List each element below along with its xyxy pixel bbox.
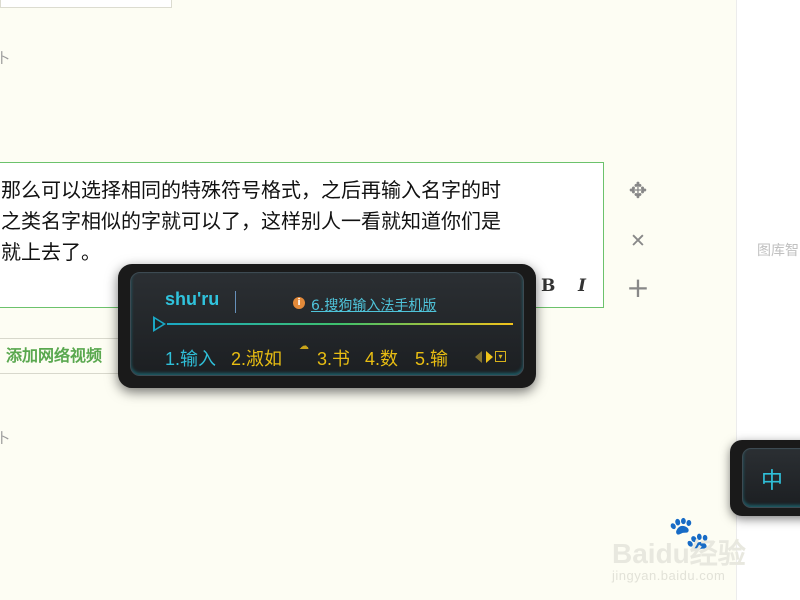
bold-button[interactable]: B bbox=[541, 276, 555, 296]
ime-mode-toggle[interactable]: 中 bbox=[761, 463, 783, 495]
info-icon: i bbox=[293, 297, 305, 309]
candidate-5[interactable]: 5.输 bbox=[415, 345, 448, 371]
prev-page-icon[interactable] bbox=[475, 351, 482, 363]
sidebar-gallery-label[interactable]: 图库智 bbox=[757, 240, 799, 260]
editor-line-1: 那么可以选择相同的特殊符号格式，之后再输入名字的时 bbox=[1, 178, 501, 202]
add-network-video-button[interactable]: 添加网络视频 bbox=[0, 338, 130, 374]
add-icon[interactable]: + bbox=[624, 274, 652, 302]
ime-candidate-window: shu'ru i 6.搜狗输入法手机版 1.输入 2.淑如 ☁ 3.书 4.数 … bbox=[118, 264, 536, 388]
ime-tip-link[interactable]: 6.搜狗输入法手机版 bbox=[311, 295, 436, 315]
watermark-url: jingyan.baidu.com bbox=[612, 568, 726, 583]
ime-panel: shu'ru i 6.搜狗输入法手机版 1.输入 2.淑如 ☁ 3.书 4.数 … bbox=[130, 272, 524, 376]
editor-line-2: 之类名字相似的字就可以了，这样别人一看就知道你们是 bbox=[1, 209, 501, 233]
italic-button[interactable]: I bbox=[578, 276, 586, 296]
ime-caret bbox=[235, 291, 236, 313]
close-icon[interactable]: ✕ bbox=[624, 227, 652, 255]
candidate-4[interactable]: 4.数 bbox=[365, 345, 398, 371]
ime-pinyin-input: shu'ru bbox=[165, 289, 220, 309]
candidate-2[interactable]: 2.淑如 bbox=[231, 345, 282, 371]
ime-status-panel: 中 bbox=[742, 448, 800, 508]
candidate-1[interactable]: 1.输入 bbox=[165, 345, 216, 371]
cloud-icon: ☁ bbox=[299, 341, 309, 352]
ime-progress-line bbox=[167, 323, 513, 325]
watermark-logo: Baidu经验 bbox=[612, 538, 746, 569]
candidate-3[interactable]: 3.书 bbox=[317, 345, 350, 371]
move-icon[interactable]: ✥ bbox=[624, 178, 652, 206]
ime-status-bar: 中 bbox=[730, 440, 800, 516]
baidu-watermark: 🐾 Baidu经验 jingyan.baidu.com bbox=[612, 514, 772, 586]
left-link-fragment-2[interactable]: 卜 bbox=[0, 428, 10, 448]
editor-content[interactable]: 那么可以选择相同的特殊符号格式，之后再输入名字的时 之类名字相似的字就可以了，这… bbox=[1, 175, 601, 268]
top-input-fragment bbox=[0, 0, 172, 8]
left-link-fragment-1[interactable]: 卜 bbox=[0, 48, 10, 68]
chevron-down-icon[interactable]: ▾ bbox=[495, 351, 506, 362]
play-arrow-icon bbox=[153, 316, 166, 332]
next-page-icon[interactable] bbox=[486, 351, 493, 363]
